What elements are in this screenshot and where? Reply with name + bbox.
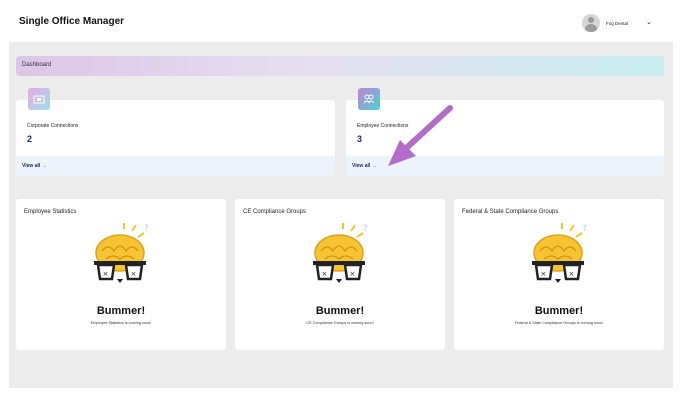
breadcrumb: Dashboard	[16, 56, 664, 76]
connection-count: 2	[27, 134, 33, 144]
breadcrumb-label: Dashboard	[22, 62, 52, 68]
corporate-connections-card: View all →	[16, 100, 335, 176]
avatar-body	[585, 24, 597, 32]
coming-soon-text: Employee Statistics is coming soon!	[90, 321, 152, 325]
svg-text:?: ?	[144, 224, 149, 234]
federal-state-compliance-card: Federal & State Compliance Groups ? × × …	[454, 199, 664, 350]
building-icon	[28, 88, 50, 110]
svg-text:×: ×	[131, 270, 137, 278]
bummer-heading: Bummer!	[96, 305, 146, 317]
employee-statistics-card: Employee Statistics ? × × Bummer! Employ…	[16, 199, 226, 350]
brain-glasses-icon: ? × ×	[532, 223, 587, 283]
svg-text:×: ×	[350, 270, 356, 278]
svg-text:×: ×	[569, 270, 575, 278]
bummer-heading: Bummer!	[534, 305, 584, 317]
ce-compliance-card: CE Compliance Groups ? × × Bummer! CE Co…	[235, 199, 445, 350]
view-all-footer[interactable]: View all →	[16, 156, 335, 176]
avatar-head	[588, 17, 594, 23]
brain-glasses-icon: ? × ×	[94, 223, 149, 283]
bummer-heading: Bummer!	[315, 305, 365, 317]
svg-text:×: ×	[322, 270, 328, 278]
card-title: Federal & State Compliance Groups	[462, 209, 559, 215]
svg-text:?: ?	[363, 224, 368, 234]
brain-glasses-icon: ? × ×	[313, 223, 368, 283]
coming-soon-text: Federal & State Compliance Groups is com…	[514, 321, 604, 325]
user-menu[interactable]: Fog Dental	[582, 14, 628, 32]
arrow-annotation	[388, 105, 453, 166]
people-icon	[358, 88, 380, 110]
card-title: CE Compliance Groups	[243, 209, 307, 215]
coming-soon-text: CE Compliance Groups is coming soon!	[306, 321, 374, 325]
connection-count: 3	[357, 134, 363, 144]
svg-text:?: ?	[582, 224, 587, 234]
app-title: Single Office Manager	[19, 16, 125, 27]
svg-text:×: ×	[541, 270, 547, 278]
chevron-down-icon[interactable]: ⌄	[646, 18, 652, 26]
avatar[interactable]	[582, 14, 600, 32]
view-all-link[interactable]: View all →	[352, 163, 377, 169]
card-title: Employee Statistics	[24, 209, 77, 215]
top-bar: Single Office Manager Fog Dental ⌄	[0, 0, 688, 42]
user-name[interactable]: Fog Dental	[606, 21, 628, 26]
connection-label: Corporate Connections	[27, 123, 79, 129]
svg-text:×: ×	[103, 270, 109, 278]
view-all-link[interactable]: View all →	[22, 163, 47, 169]
